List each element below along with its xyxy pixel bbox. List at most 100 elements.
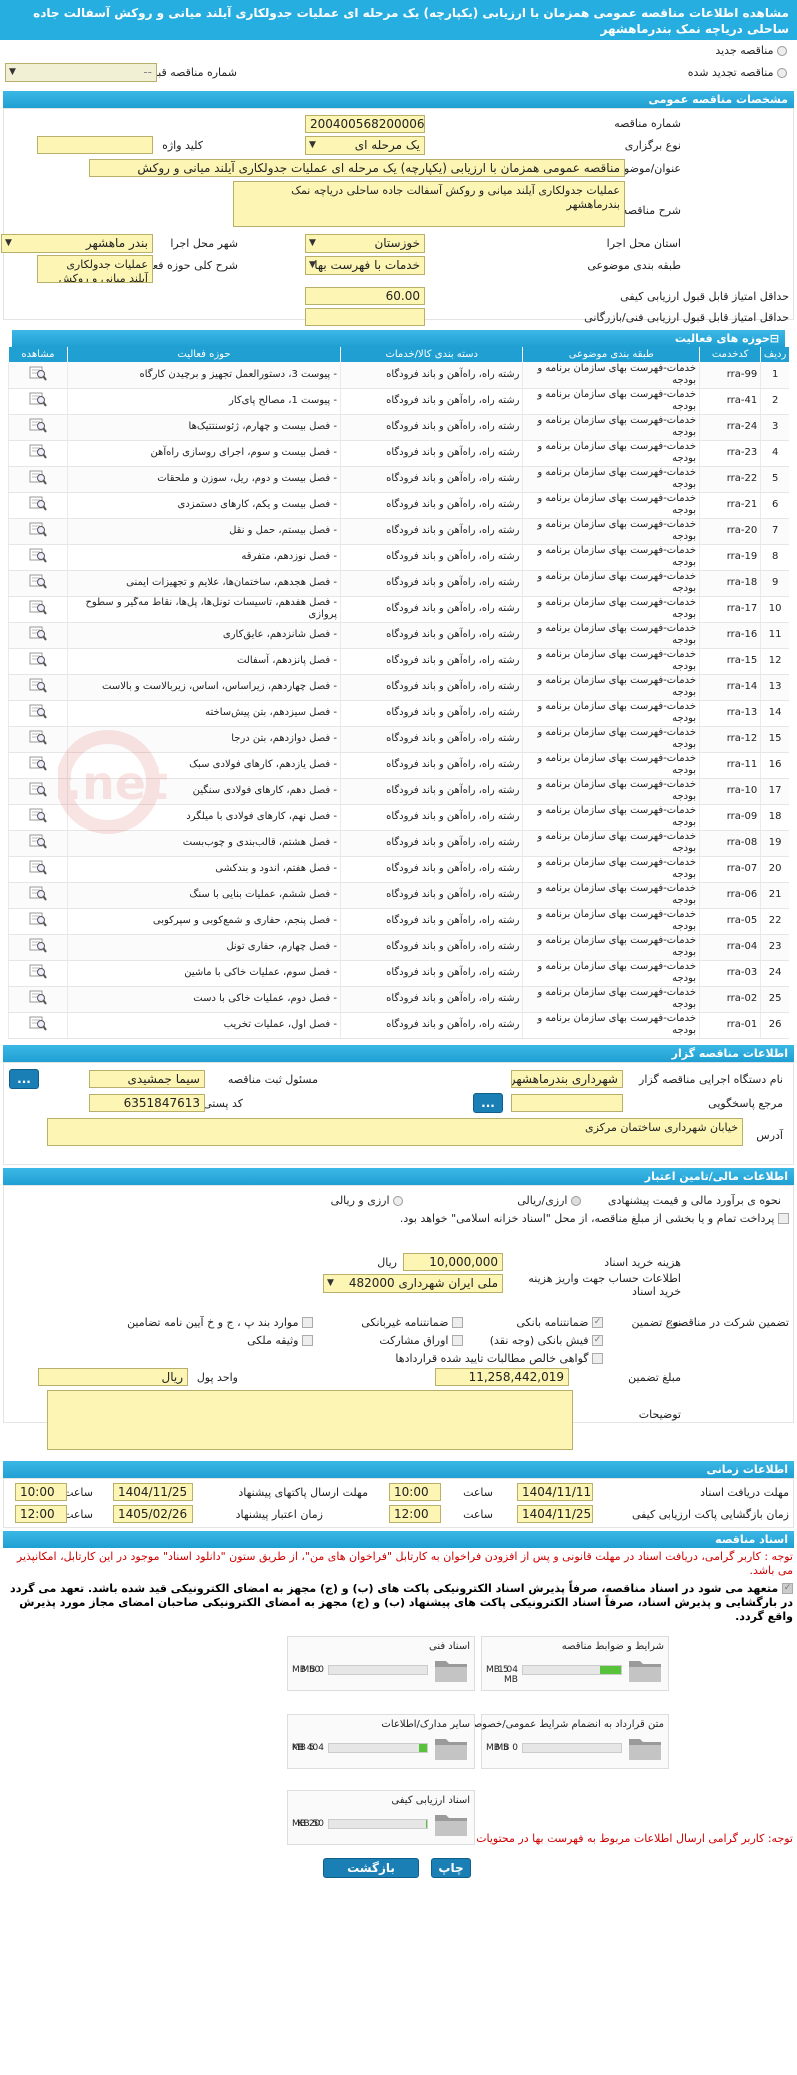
view-cell[interactable] [8,362,68,389]
currency-unit-field[interactable]: ریال [38,1367,188,1386]
min-quality-field[interactable]: 60.00 [305,287,425,305]
commitment-checkbox[interactable]: ✓ [782,1583,793,1594]
magnifier-icon[interactable] [29,989,47,1005]
view-cell[interactable] [8,596,68,623]
magnifier-icon[interactable] [29,833,47,849]
magnifier-icon[interactable] [29,469,47,485]
view-cell[interactable] [8,960,68,987]
guarantee-amount-field[interactable]: 11,258,442,019 [435,1367,569,1386]
view-cell[interactable] [8,856,68,883]
magnifier-icon[interactable] [29,599,47,615]
document-file-box[interactable]: سایر مدارک/اطلاعات 404 KB 5 MB [287,1713,475,1769]
guarantee-checkbox[interactable]: ✓ [592,1317,603,1328]
guarantee-option[interactable]: ✓ ضمانتنامه بانکی [516,1316,603,1329]
view-cell[interactable] [8,570,68,597]
view-cell[interactable] [8,674,68,701]
magnifier-icon[interactable] [29,443,47,459]
magnifier-icon[interactable] [29,625,47,641]
guarantee-option[interactable]: وثیقه ملکی [247,1334,313,1347]
address-field[interactable]: خیابان شهرداری ساختمان مرکزی [47,1117,743,1146]
magnifier-icon[interactable] [29,781,47,797]
category-select[interactable]: ▼ خدمات با فهرست بها [305,256,425,275]
magnifier-icon[interactable] [29,417,47,433]
view-cell[interactable] [8,1012,68,1039]
description-field[interactable]: عملیات جدولکاری آیلند میانی و روکش آسفال… [233,181,625,227]
new-tender-option[interactable]: مناقصه جدید [715,44,787,57]
magnifier-icon[interactable] [29,365,47,381]
open-date[interactable]: 1404/11/25 [517,1504,593,1523]
document-file-box[interactable]: شرایط و ضوابط مناقصه 1.04 MB 5 MB [481,1635,669,1691]
holding-type-select[interactable]: ▼ یک مرحله ای [305,136,425,155]
guarantee-checkbox[interactable] [302,1335,313,1346]
validity-time[interactable]: 12:00 [15,1504,67,1523]
magnifier-icon[interactable] [29,1015,47,1031]
guarantee-option[interactable]: موارد بند پ ، ج و خ آیین نامه تضامین [127,1316,313,1329]
view-cell[interactable] [8,544,68,571]
magnifier-icon[interactable] [29,547,47,563]
guarantee-option[interactable]: ✓ فیش بانکی (وجه نقد) [490,1334,603,1347]
print-button[interactable]: چاپ [431,1857,471,1878]
view-cell[interactable] [8,934,68,961]
view-cell[interactable] [8,648,68,675]
document-file-box[interactable]: متن قرارداد به انضمام شرایط عمومی/خصوصی 0… [465,1713,669,1769]
magnifier-icon[interactable] [29,807,47,823]
validity-date[interactable]: 1405/02/26 [113,1504,193,1523]
account-select[interactable]: ▼ ملی ایران شهرداری 482000 [323,1273,503,1293]
view-cell[interactable] [8,908,68,935]
renewed-tender-option[interactable]: مناقصه تجدید شده [688,66,787,79]
view-cell[interactable] [8,752,68,779]
magnifier-icon[interactable] [29,703,47,719]
magnifier-icon[interactable] [29,963,47,979]
guarantee-option[interactable]: گواهی خالص مطالبات تایید شده قراردادها [395,1352,603,1365]
view-cell[interactable] [8,622,68,649]
back-button[interactable]: بازگشت [323,1857,419,1878]
magnifier-icon[interactable] [29,755,47,771]
min-tech-field[interactable] [305,308,425,326]
view-cell[interactable] [8,778,68,805]
view-cell[interactable] [8,804,68,831]
tender-number-field[interactable]: 2004005682000063 [305,115,425,133]
prev-number-select[interactable]: ▼ -- [5,63,157,82]
view-cell[interactable] [8,414,68,441]
view-cell[interactable] [8,440,68,467]
magnifier-icon[interactable] [29,911,47,927]
open-time[interactable]: 12:00 [389,1504,441,1523]
document-file-box[interactable]: اسناد فنی 0 MB 50 MB [287,1635,475,1691]
responder-field[interactable] [511,1093,623,1112]
magnifier-icon[interactable] [29,729,47,745]
view-cell[interactable] [8,492,68,519]
scope-list[interactable]: عملیات جدولکاری آیلند میانی و روکش آسفال… [37,255,153,283]
guarantee-option[interactable]: اوراق مشارکت [379,1334,463,1347]
magnifier-icon[interactable] [29,677,47,693]
doc-deadline-date[interactable]: 1404/11/11 [517,1482,593,1501]
organizer-name-field[interactable]: شهرداری بندرماهشهر استان [511,1069,623,1088]
guarantee-checkbox[interactable]: ✓ [592,1335,603,1346]
currency-option-2[interactable]: ارزی و ریالی [331,1194,403,1207]
guarantee-checkbox[interactable] [452,1335,463,1346]
send-deadline-date[interactable]: 1404/11/25 [113,1482,193,1501]
registrar-field[interactable]: سیما جمشیدی [89,1069,205,1088]
treasury-checkbox[interactable] [778,1213,789,1224]
view-cell[interactable] [8,388,68,415]
magnifier-icon[interactable] [29,859,47,875]
guarantee-checkbox[interactable] [592,1353,603,1364]
magnifier-icon[interactable] [29,391,47,407]
magnifier-icon[interactable] [29,937,47,953]
city-select[interactable]: ▼ بندر ماهشهر [1,234,153,253]
view-cell[interactable] [8,700,68,727]
document-file-box[interactable]: اسناد ارزیابی کیفی 50 KB 20 MB [287,1789,475,1845]
magnifier-icon[interactable] [29,651,47,667]
responder-lookup-button[interactable]: ... [473,1092,503,1113]
registrar-lookup-button[interactable]: ... [9,1068,39,1089]
doc-cost-field[interactable]: 10,000,000 [403,1252,503,1271]
province-select[interactable]: ▼ خوزستان [305,234,425,253]
magnifier-icon[interactable] [29,521,47,537]
keyword-field[interactable] [37,136,153,154]
magnifier-icon[interactable] [29,885,47,901]
postal-code-field[interactable]: 6351847613 [89,1093,205,1112]
view-cell[interactable] [8,830,68,857]
guarantee-checkbox[interactable] [302,1317,313,1328]
view-cell[interactable] [8,986,68,1013]
guarantee-option[interactable]: ضمانتنامه غیربانکی [361,1316,463,1329]
notes-field[interactable] [47,1389,573,1450]
